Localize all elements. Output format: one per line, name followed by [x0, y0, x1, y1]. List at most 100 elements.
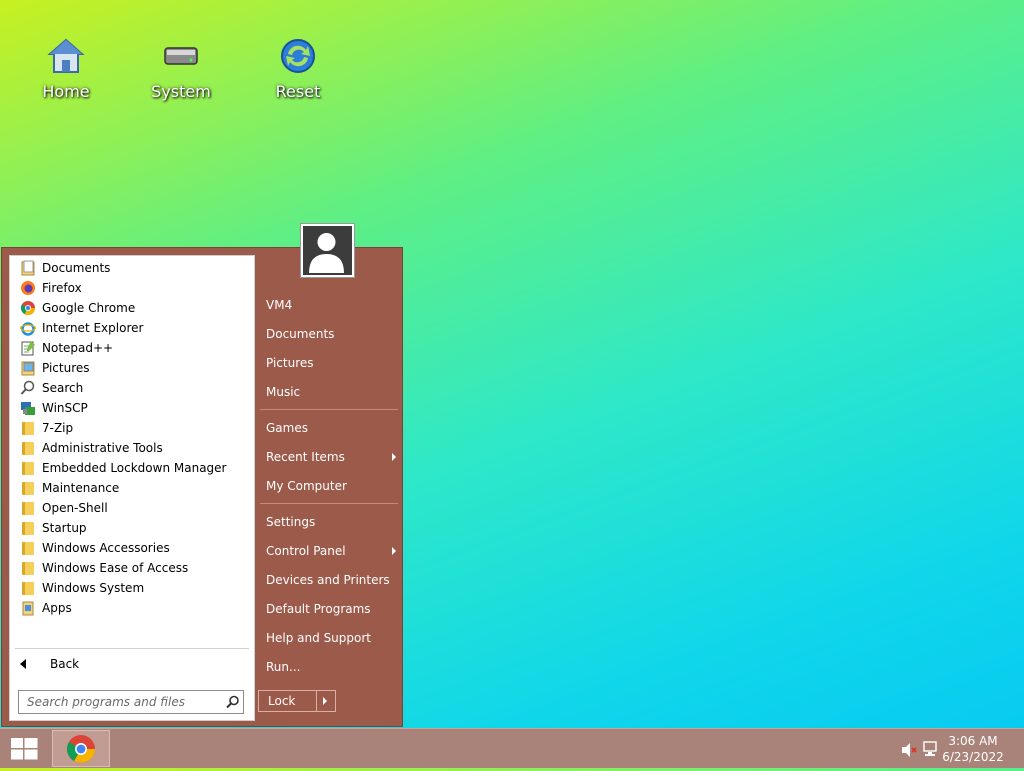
right-item-pictures[interactable]: Pictures — [266, 353, 396, 373]
firefox-icon — [21, 281, 35, 295]
chevron-right-icon — [392, 453, 396, 461]
program-label: Windows Accessories — [42, 541, 170, 555]
right-item-default-programs[interactable]: Default Programs — [266, 599, 396, 619]
program-item-pictures[interactable]: Pictures — [10, 358, 254, 378]
program-item-google-chrome[interactable]: Google Chrome — [10, 298, 254, 318]
program-item-7zip[interactable]: 7-Zip — [10, 418, 254, 438]
desktop-icon-label: Home — [42, 82, 90, 101]
chrome-icon — [67, 735, 95, 763]
program-item-firefox[interactable]: Firefox — [10, 278, 254, 298]
right-item-run[interactable]: Run... — [266, 657, 396, 677]
folder-icon — [22, 521, 34, 535]
program-label: Pictures — [42, 361, 90, 375]
program-item-notepad[interactable]: Notepad++ — [10, 338, 254, 358]
program-label: Administrative Tools — [42, 441, 163, 455]
desktop-icon-home[interactable]: Home — [21, 36, 111, 101]
right-item-label: Music — [266, 385, 301, 399]
desktop-icon-label: Reset — [275, 82, 321, 101]
program-item-apps[interactable]: Apps — [10, 598, 254, 618]
program-item-windows-ease-of-access[interactable]: Windows Ease of Access — [10, 558, 254, 578]
right-item-settings[interactable]: Settings — [266, 512, 396, 532]
right-item-label: Recent Items — [266, 450, 345, 464]
reset-icon — [281, 39, 315, 73]
program-label: Notepad++ — [42, 341, 114, 355]
chevron-right-icon — [392, 547, 396, 555]
winscp-icon — [21, 402, 35, 415]
folder-icon — [22, 581, 34, 595]
right-item-vm4[interactable]: VM4 — [266, 295, 396, 315]
program-item-open-shell[interactable]: Open-Shell — [10, 498, 254, 518]
program-item-startup[interactable]: Startup — [10, 518, 254, 538]
back-button[interactable]: Back — [20, 654, 79, 674]
program-item-winscp[interactable]: WinSCP — [10, 398, 254, 418]
programs-pane: Documents Firefox Google Chrome Internet… — [9, 255, 255, 721]
windows-logo-icon — [11, 738, 38, 760]
program-item-maintenance[interactable]: Maintenance — [10, 478, 254, 498]
right-item-label: Devices and Printers — [266, 573, 390, 587]
right-item-devices-and-printers[interactable]: Devices and Printers — [266, 570, 396, 590]
program-label: Apps — [42, 601, 72, 615]
search-input[interactable] — [25, 694, 224, 710]
divider — [260, 503, 398, 504]
lock-button[interactable]: Lock — [258, 690, 336, 712]
taskbar: 3:06 AM 6/23/2022 — [0, 728, 1024, 768]
apps-icon — [22, 601, 34, 616]
program-item-internet-explorer[interactable]: Internet Explorer — [10, 318, 254, 338]
lock-label[interactable]: Lock — [259, 691, 317, 711]
folder-icon — [22, 481, 34, 495]
search-icon[interactable] — [226, 695, 240, 709]
folder-icon — [22, 441, 34, 455]
divider — [260, 409, 398, 410]
right-item-label: VM4 — [266, 298, 293, 312]
right-item-music[interactable]: Music — [266, 382, 396, 402]
right-item-games[interactable]: Games — [266, 418, 396, 438]
program-label: Embedded Lockdown Manager — [42, 461, 227, 475]
program-label: Startup — [42, 521, 87, 535]
program-label: Documents — [42, 261, 111, 275]
program-item-search[interactable]: Search — [10, 378, 254, 398]
program-label: Internet Explorer — [42, 321, 144, 335]
program-item-windows-accessories[interactable]: Windows Accessories — [10, 538, 254, 558]
right-item-recent-items[interactable]: Recent Items — [266, 447, 396, 467]
program-label: Windows System — [42, 581, 145, 595]
search-box[interactable] — [18, 690, 244, 714]
right-item-control-panel[interactable]: Control Panel — [266, 541, 396, 561]
program-item-documents[interactable]: Documents — [10, 258, 254, 278]
program-item-windows-system[interactable]: Windows System — [10, 578, 254, 598]
documents-icon — [21, 260, 35, 276]
desktop-icon-reset[interactable]: Reset — [253, 36, 343, 101]
notepad-icon — [21, 341, 35, 356]
hard-drive-icon — [164, 47, 198, 65]
right-item-documents[interactable]: Documents — [266, 324, 396, 344]
right-item-label: Help and Support — [266, 631, 371, 645]
clock-time: 3:06 AM — [948, 734, 998, 748]
program-label: 7-Zip — [42, 421, 74, 435]
right-item-my-computer[interactable]: My Computer — [266, 476, 396, 496]
desktop-icon-system[interactable]: System — [136, 36, 226, 101]
program-label: Google Chrome — [42, 301, 136, 315]
taskbar-chrome-button[interactable] — [52, 730, 110, 767]
folder-icon — [22, 561, 34, 575]
volume-muted-icon[interactable] — [900, 741, 918, 759]
folder-icon — [22, 421, 34, 435]
program-item-administrative-tools[interactable]: Administrative Tools — [10, 438, 254, 458]
clock[interactable]: 3:06 AM 6/23/2022 — [938, 733, 1008, 765]
right-item-label: Settings — [266, 515, 316, 529]
chrome-icon — [21, 301, 35, 315]
right-item-label: Run... — [266, 660, 301, 674]
right-item-label: Control Panel — [266, 544, 346, 558]
program-label: WinSCP — [42, 401, 88, 415]
start-button[interactable] — [0, 729, 48, 768]
user-avatar[interactable] — [300, 223, 355, 278]
program-label: Firefox — [42, 281, 82, 295]
pictures-icon — [21, 361, 35, 376]
folder-icon — [22, 461, 34, 475]
back-label: Back — [50, 657, 80, 671]
right-item-help-and-support[interactable]: Help and Support — [266, 628, 396, 648]
folder-icon — [22, 541, 34, 555]
program-item-embedded-lockdown-manager[interactable]: Embedded Lockdown Manager — [10, 458, 254, 478]
right-item-label: Pictures — [266, 356, 314, 370]
lock-options-button[interactable] — [317, 691, 335, 711]
chevron-right-icon — [323, 697, 327, 705]
right-item-label: My Computer — [266, 479, 347, 493]
